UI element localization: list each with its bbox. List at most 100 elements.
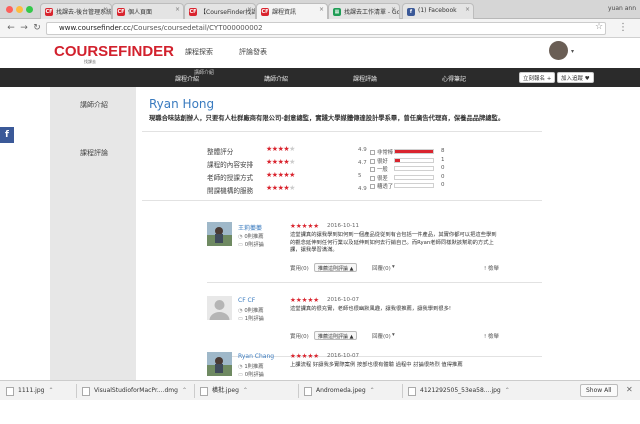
tab-favicon-icon: ▦ xyxy=(333,8,341,16)
checkbox[interactable] xyxy=(370,184,375,189)
subnav-reviews[interactable]: 課程評論 xyxy=(353,74,377,83)
checkbox[interactable] xyxy=(370,150,375,155)
chevron-down-icon[interactable]: ⌃ xyxy=(48,387,53,394)
browser-tab[interactable]: CF 個人頁面 × xyxy=(112,3,184,19)
subnav-notes[interactable]: 心得筆記 xyxy=(442,74,466,83)
distribution-count: 8 xyxy=(441,148,445,154)
browser-tab[interactable]: CF【CourseFinder找課去× xyxy=(184,3,256,19)
url-input[interactable]: www.coursefinder.cc/Courses/coursedetail… xyxy=(46,22,606,35)
rating-stars: ★★★★★ xyxy=(266,145,295,154)
tab-close-icon[interactable]: × xyxy=(247,6,252,13)
report-link[interactable]: ! 檢舉 xyxy=(484,332,499,340)
useful-count[interactable]: 實用(0) xyxy=(290,264,309,272)
browser-profile-name[interactable]: yuan ann xyxy=(608,5,636,12)
rating-stars: ★★★★★ xyxy=(266,158,295,167)
follow-button[interactable]: 加入追蹤 ♥ xyxy=(557,72,594,83)
chevron-down-icon[interactable]: ⌃ xyxy=(505,387,510,394)
chevron-down-icon[interactable]: ⌃ xyxy=(243,387,248,394)
report-link[interactable]: ! 檢舉 xyxy=(484,264,499,272)
rating-score: 4.7 xyxy=(358,160,367,166)
photo-avatar-icon xyxy=(207,222,232,246)
nav-explore-courses[interactable]: 課程探索 xyxy=(185,47,213,57)
distribution-count: 0 xyxy=(441,173,445,180)
checkbox[interactable] xyxy=(370,175,375,181)
maximize-window-icon[interactable] xyxy=(26,6,33,13)
download-item[interactable]: Andromeda.jpeg ⌃ xyxy=(304,384,375,398)
browser-menu-icon[interactable]: ⋮ xyxy=(618,22,628,33)
site-logo-subtitle: 找課去 xyxy=(84,59,96,64)
reload-icon[interactable]: ↻ xyxy=(32,23,42,33)
thumbs-up-icon: ▲ xyxy=(348,334,354,340)
nav-post-review[interactable]: 評論發表 xyxy=(239,47,267,57)
minimize-window-icon[interactable] xyxy=(16,6,23,13)
tab-favicon-icon: f xyxy=(407,8,415,16)
tab-label: 課程資訊 xyxy=(272,9,297,16)
recommend-review-label: 推薦這則評論 xyxy=(318,266,349,272)
chevron-down-icon[interactable]: ▾ xyxy=(571,48,574,55)
rating-score: 5 xyxy=(358,173,362,179)
tab-close-icon[interactable]: × xyxy=(465,6,470,13)
browser-tab-bar: CF找課去-後台管理系統×CF個人頁面×CF【CourseFinder找課去× C… xyxy=(0,0,640,19)
close-icon[interactable]: ✕ xyxy=(626,385,633,394)
close-window-icon[interactable] xyxy=(6,6,13,13)
enroll-button[interactable]: 立刻報名 + xyxy=(519,72,556,83)
reply-link[interactable]: 回覆(0) xyxy=(372,264,391,272)
tab-close-icon[interactable]: × xyxy=(319,6,324,13)
useful-count[interactable]: 實用(0) xyxy=(290,332,309,340)
recommend-review-button[interactable]: 推薦這則評論 ▲ xyxy=(314,263,358,272)
review-username[interactable]: CF CF xyxy=(238,297,255,304)
browser-tab[interactable]: f (1) Facebook × xyxy=(402,3,474,19)
tab-label: (1) Facebook xyxy=(418,7,457,14)
review-comments-text: 0則評論 xyxy=(244,372,264,378)
show-all-downloads-button[interactable]: Show All xyxy=(580,384,618,397)
browser-tab[interactable]: CF 課程資訊 × xyxy=(256,3,328,19)
url-path: /Courses/coursedetail/CYT000000002 xyxy=(130,24,263,32)
subnav-instructor[interactable]: 講師介紹 xyxy=(264,74,288,83)
site-logo[interactable]: COURSEFINDER xyxy=(54,43,174,60)
chevron-down-icon[interactable]: ⌃ xyxy=(182,387,187,394)
user-avatar[interactable] xyxy=(549,41,568,60)
chevron-down-icon[interactable]: ▾ xyxy=(392,332,395,338)
review-username[interactable]: Ryan Chang xyxy=(238,353,274,360)
distribution-bar-fill xyxy=(395,150,433,153)
file-icon xyxy=(304,387,312,396)
recommend-review-button[interactable]: 推薦這則評論 ▲ xyxy=(314,331,358,340)
tab-close-icon[interactable]: × xyxy=(103,6,108,13)
review-avatar[interactable] xyxy=(207,352,232,376)
left-sidebar xyxy=(50,87,136,380)
browser-tab[interactable]: CF 找課去-後台管理系統 × xyxy=(40,3,112,19)
bookmark-star-icon[interactable]: ☆ xyxy=(595,22,603,32)
review-stars: ★★★★★ xyxy=(290,222,320,230)
reply-link[interactable]: 回覆(0) xyxy=(372,332,391,340)
chevron-down-icon[interactable]: ▾ xyxy=(392,264,395,270)
checkbox[interactable] xyxy=(370,167,375,172)
review-username[interactable]: 王莉蓁蓁 xyxy=(238,223,262,232)
review-likes-count: ◔ 1則推薦 xyxy=(238,362,264,370)
course-subnav: 課程介紹 講師介紹 課程評論 心得筆記 立刻報名 + 加入追蹤 ♥ xyxy=(0,68,640,87)
download-bar: 1111.jpg ⌃ VisualStudioforMacPr....dmg ⌃ 橫批.… xyxy=(0,380,640,400)
tab-close-icon[interactable]: × xyxy=(175,6,180,13)
facebook-share-icon[interactable]: f xyxy=(0,127,14,143)
tab-close-icon[interactable]: × xyxy=(391,6,396,13)
download-item[interactable]: 1111.jpg ⌃ xyxy=(6,384,54,398)
review-comments-count: ▭ 0則評論 xyxy=(238,370,264,378)
window-controls xyxy=(6,6,33,13)
review-avatar[interactable] xyxy=(207,222,232,246)
download-item[interactable]: 橫批.jpeg ⌃ xyxy=(200,384,248,398)
browser-tab[interactable]: ▦ 找課去工作清單 - Goo × xyxy=(328,3,400,19)
tab-favicon-icon: CF xyxy=(117,8,125,16)
review-divider xyxy=(207,282,542,283)
download-separator xyxy=(402,384,403,398)
checkbox[interactable] xyxy=(370,158,375,164)
review-avatar[interactable] xyxy=(207,296,232,328)
distribution-text: 非常棒 xyxy=(377,150,394,156)
download-item[interactable]: VisualStudioforMacPr....dmg ⌃ xyxy=(82,384,187,398)
star-icon: ★ xyxy=(289,145,295,153)
back-arrow-icon[interactable]: ← xyxy=(6,23,16,33)
report-label: 檢舉 xyxy=(487,334,499,340)
forward-arrow-icon[interactable]: → xyxy=(19,23,29,33)
download-item[interactable]: 41212925​05_53ea58....jpg ⌃ xyxy=(408,384,510,398)
star-icon: ★ xyxy=(289,184,295,192)
file-icon xyxy=(200,387,208,396)
chevron-down-icon[interactable]: ⌃ xyxy=(370,387,375,394)
